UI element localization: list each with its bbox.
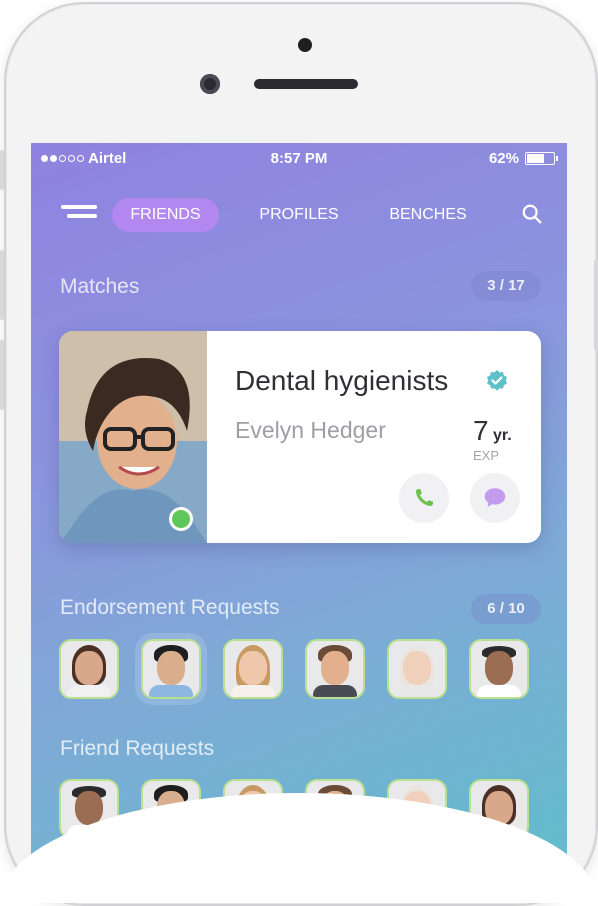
chat-icon — [484, 488, 506, 508]
matches-count: 3 / 17 — [471, 271, 541, 301]
phone-icon — [415, 489, 433, 507]
experience-value: 7 — [473, 415, 489, 446]
earpiece-speaker — [254, 79, 358, 89]
power-button — [594, 260, 598, 350]
verified-icon — [487, 370, 507, 391]
battery-status: 62% — [488, 150, 558, 167]
experience: 7 yr. EXP — [473, 415, 541, 465]
endorsement-avatars — [59, 633, 539, 705]
endorsement-count: 6 / 10 — [471, 594, 541, 624]
menu-icon[interactable] — [61, 205, 97, 221]
online-indicator — [169, 507, 193, 531]
endorsement-avatar[interactable] — [59, 639, 119, 699]
endorsement-avatar[interactable] — [135, 633, 207, 705]
endorsement-avatar[interactable] — [387, 639, 447, 699]
battery-percent: 62% — [488, 150, 519, 167]
proximity-sensor — [298, 38, 312, 52]
app-screen: Airtel 8:57 PM 62% FRIENDS PROFILES BENC… — [31, 143, 567, 863]
top-nav: FRIENDS PROFILES BENCHES — [31, 195, 567, 235]
front-camera — [200, 74, 220, 94]
endorsement-avatar[interactable] — [223, 639, 283, 699]
experience-unit: yr. — [493, 427, 512, 444]
tab-benches[interactable]: BENCHES — [381, 198, 475, 232]
match-card[interactable]: Dental hygienists Evelyn Hedger 7 yr. EX… — [59, 331, 541, 543]
experience-label: EXP — [473, 448, 500, 463]
endorsement-avatar[interactable] — [305, 639, 365, 699]
tab-profiles[interactable]: PROFILES — [249, 198, 349, 232]
volume-up-button — [0, 250, 4, 320]
battery-icon — [525, 152, 558, 165]
friend-requests-title: Friend Requests — [60, 737, 215, 760]
endorsement-avatar[interactable] — [469, 639, 529, 699]
endorsement-title: Endorsement Requests — [60, 596, 280, 619]
person-name: Evelyn Hedger — [235, 417, 386, 443]
job-title: Dental hygienists — [235, 365, 449, 396]
search-icon[interactable] — [521, 203, 543, 225]
call-button[interactable] — [399, 473, 449, 523]
status-bar: Airtel 8:57 PM 62% — [31, 143, 567, 173]
mute-switch — [0, 150, 4, 190]
message-button[interactable] — [470, 473, 520, 523]
tab-friends[interactable]: FRIENDS — [112, 198, 219, 232]
matches-title: Matches — [60, 275, 140, 298]
volume-down-button — [0, 340, 4, 410]
clock: 8:57 PM — [270, 150, 328, 167]
